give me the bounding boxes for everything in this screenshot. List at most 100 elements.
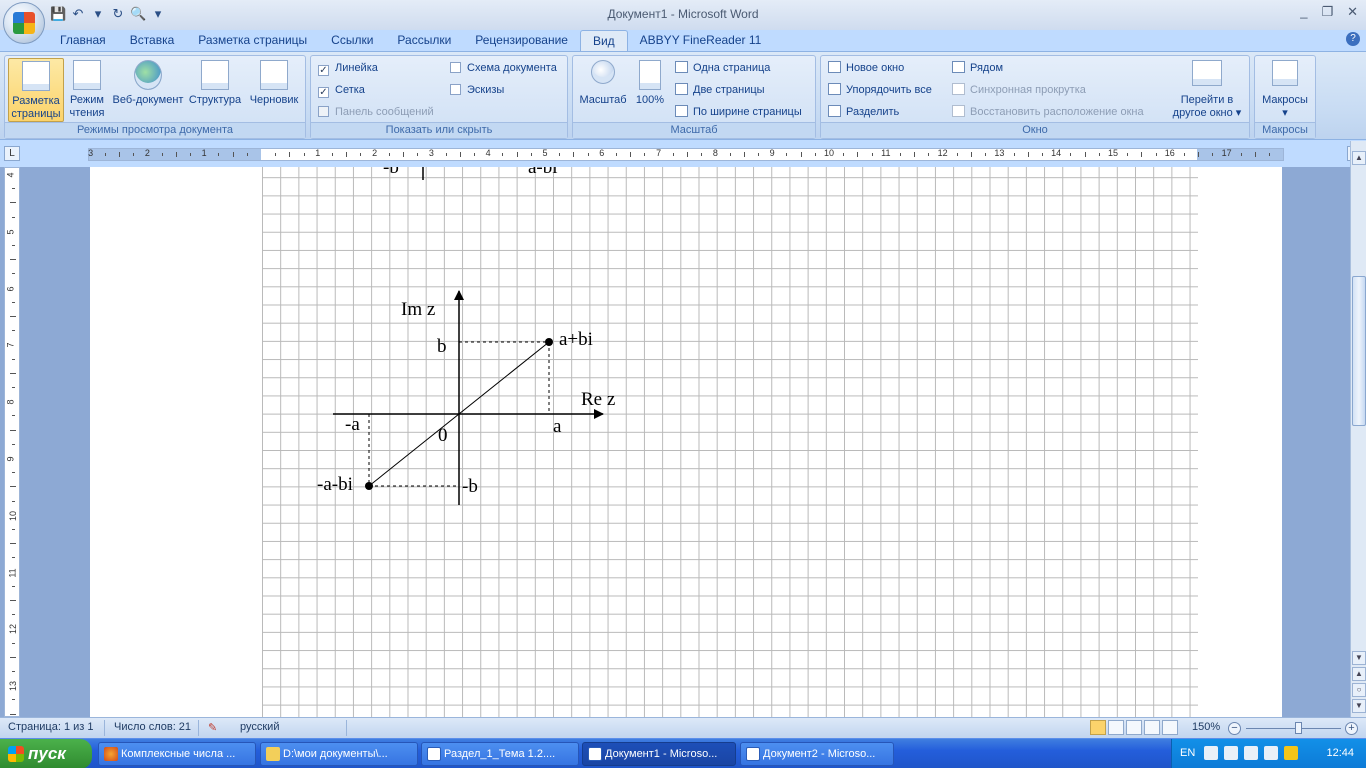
page-width-button[interactable]: По ширине страницы [675, 103, 802, 121]
switch-windows-button[interactable]: Перейти в другое окно ▾ [1165, 58, 1249, 122]
tab-review[interactable]: Рецензирование [463, 30, 580, 52]
two-pages-button[interactable]: Две страницы [675, 81, 765, 99]
keyboard-language[interactable]: EN [1180, 747, 1195, 759]
ruler-tick [672, 153, 674, 156]
taskbar-item-document1[interactable]: Документ1 - Microso... [582, 742, 736, 766]
one-page-button[interactable]: Одна страница [675, 59, 770, 77]
sync-scroll-label: Синхронная прокрутка [970, 84, 1086, 96]
previous-page-button[interactable]: ▲ [1352, 667, 1366, 681]
document-map-checkbox[interactable]: Схема документа [450, 59, 557, 77]
word-doc-icon [588, 747, 602, 761]
zoom-in-button[interactable]: + [1345, 722, 1358, 735]
tab-home[interactable]: Главная [48, 30, 118, 52]
page-count[interactable]: Страница: 1 из 1 [8, 721, 94, 733]
zoom-button[interactable]: Масштаб [575, 58, 631, 122]
office-button[interactable] [3, 2, 45, 44]
new-window-label: Новое окно [846, 62, 905, 74]
scroll-down-button[interactable]: ▼ [1352, 651, 1366, 665]
outline-view-icon[interactable] [1144, 720, 1160, 735]
tab-mailings[interactable]: Рассылки [385, 30, 463, 52]
print-layout-view-icon[interactable] [1090, 720, 1106, 735]
reading-mode-button[interactable]: Режим чтения [67, 58, 107, 122]
start-button[interactable]: пуск [0, 739, 92, 768]
ruler-tick [587, 153, 589, 156]
ruler-number: 13 [994, 148, 1005, 158]
browse-object-button[interactable]: ○ [1352, 683, 1366, 697]
ruler-tick [630, 152, 632, 157]
split-icon [828, 105, 841, 117]
web-view-icon[interactable] [1126, 720, 1142, 735]
minimize-button[interactable]: _ [1300, 4, 1307, 20]
reading-view-icon[interactable] [1108, 720, 1124, 735]
next-page-button[interactable]: ▼ [1352, 699, 1366, 713]
group-show-hide-label: Показать или скрыть [311, 122, 567, 138]
new-window-button[interactable]: Новое окно [828, 59, 904, 77]
ruler-tick [971, 152, 972, 157]
arrange-all-icon [828, 83, 841, 95]
vertical-scrollbar[interactable]: ▲ ▼ ▲ ○ ▼ [1350, 141, 1366, 717]
scroll-thumb[interactable] [1352, 276, 1366, 426]
grid-checkbox[interactable]: ✓ Сетка [318, 81, 365, 99]
tab-abbyy[interactable]: ABBYY FineReader 11 [628, 30, 774, 52]
taskbar-item-firefox[interactable]: Комплексные числа ... [98, 742, 256, 766]
maximize-button[interactable]: ❐ [1321, 4, 1333, 20]
ruler-checkbox[interactable]: ✓ Линейка [318, 59, 378, 77]
scroll-up-button[interactable]: ▲ [1352, 151, 1366, 165]
web-layout-button[interactable]: Веб-документ [109, 58, 187, 122]
network-icon[interactable] [1224, 746, 1238, 760]
firefox-icon [104, 747, 118, 761]
zoom-out-button[interactable]: − [1228, 722, 1241, 735]
im-z-label: Im z [401, 299, 435, 320]
ruler-tick [502, 153, 504, 156]
taskbar-item-folder[interactable]: D:\мои документы\... [260, 742, 418, 766]
side-by-side-button[interactable]: Рядом [952, 59, 1003, 77]
reset-window-button[interactable]: Восстановить расположение окна [952, 103, 1144, 121]
zoom-level[interactable]: 150% [1192, 721, 1220, 733]
tab-insert[interactable]: Вставка [118, 30, 187, 52]
close-button[interactable]: ✕ [1347, 4, 1358, 20]
ruler-tick [800, 152, 802, 157]
a-label: a [553, 416, 562, 437]
ruler-tick [701, 153, 703, 156]
zoom-100-button[interactable]: 100% [633, 58, 667, 122]
print-layout-button[interactable]: Разметка страницы [8, 58, 64, 122]
ruler-number: 8 [712, 148, 718, 158]
help-tray-icon[interactable] [1204, 746, 1218, 760]
macros-button[interactable]: Макросы ▾ [1257, 58, 1313, 122]
volume-icon[interactable] [1244, 746, 1258, 760]
help-icon[interactable]: ? [1346, 32, 1360, 46]
message-bar-box [318, 106, 329, 117]
clock[interactable]: 12:44 [1326, 747, 1354, 759]
folder-icon [266, 747, 280, 761]
draft-view-icon[interactable] [1162, 720, 1178, 735]
ruler-tick [1098, 153, 1100, 156]
message-bar-checkbox[interactable]: Панель сообщений [318, 103, 434, 121]
thumbnails-checkbox[interactable]: Эскизы [450, 81, 504, 99]
zoom-knob[interactable] [1295, 722, 1302, 734]
two-pages-label: Две страницы [693, 84, 765, 96]
ruler-tick [474, 153, 475, 156]
taskbar-item-word-doc[interactable]: Раздел_1_Тема 1.2.... [421, 742, 579, 766]
window-title: Документ1 - Microsoft Word [607, 7, 759, 21]
language-indicator[interactable]: русский [240, 721, 279, 733]
taskbar-item-document2[interactable]: Документ2 - Microso... [740, 742, 894, 766]
draft-button[interactable]: Черновик [245, 58, 303, 122]
tab-selector-button[interactable]: L [4, 146, 20, 161]
ruler-tick [119, 152, 120, 157]
word-count[interactable]: Число слов: 21 [114, 721, 191, 733]
horizontal-ruler[interactable]: 3 2 1 1 2 3 4 5 6 7 8 9 10 11 12 13 14 15 16 17 [88, 148, 1284, 161]
spelling-check-icon[interactable]: ✎ [208, 721, 217, 734]
ruler-tick [161, 153, 163, 156]
tab-references[interactable]: Ссылки [319, 30, 385, 52]
split-button[interactable]: Разделить [828, 103, 899, 121]
tab-view[interactable]: Вид [579, 30, 628, 52]
sync-scroll-button[interactable]: Синхронная прокрутка [952, 81, 1086, 99]
tab-page-layout[interactable]: Разметка страницы [186, 30, 319, 52]
zoom-slider[interactable]: − + [1228, 722, 1358, 735]
warning-icon[interactable] [1284, 746, 1298, 760]
ruler-tick [956, 153, 958, 156]
arrange-all-button[interactable]: Упорядочить все [828, 81, 932, 99]
signal-icon[interactable] [1264, 746, 1278, 760]
outline-button[interactable]: Структура [187, 58, 243, 122]
document-area[interactable]: 4 5 6 7 8 9 10 11 12 13 -b a-bi Im z Re z b -b a … [0, 167, 1350, 717]
